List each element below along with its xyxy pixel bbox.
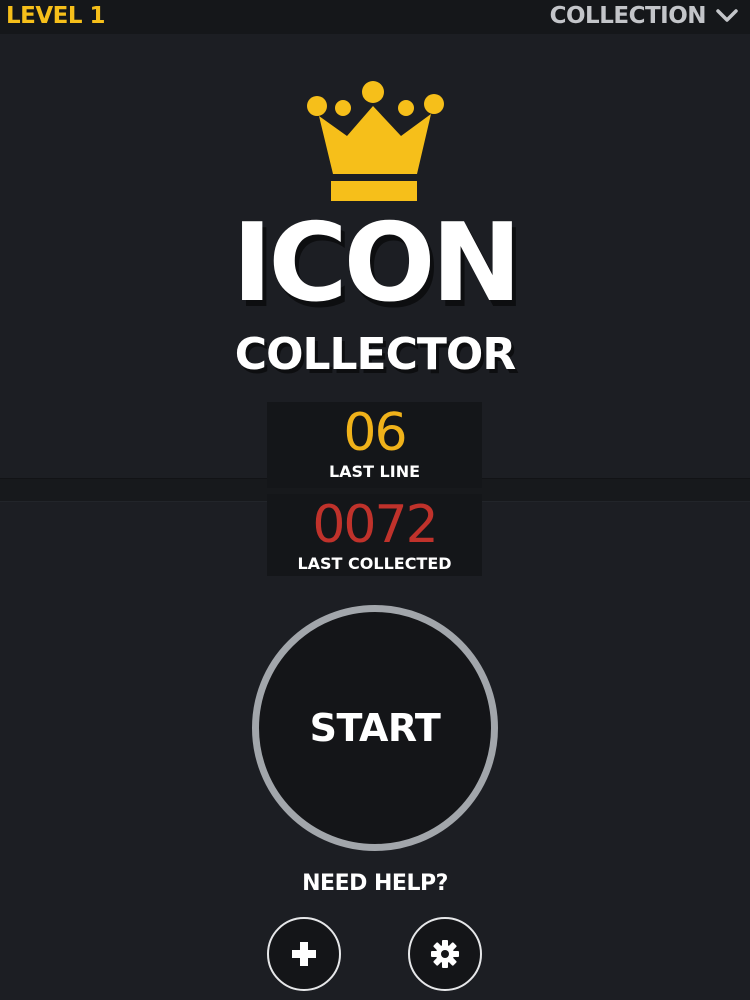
last-collected-panel: 0072 LAST COLLECTED	[267, 494, 482, 576]
last-line-panel: 06 LAST LINE	[267, 402, 482, 488]
start-button[interactable]: START	[252, 605, 498, 851]
crown-icon	[303, 80, 447, 204]
title-icon: ICON	[232, 201, 522, 326]
plus-icon	[290, 940, 318, 968]
add-button[interactable]	[267, 917, 341, 991]
collection-menu-button[interactable]: COLLECTION	[550, 3, 738, 29]
gear-icon	[430, 939, 460, 969]
level-label: LEVEL 1	[6, 3, 106, 29]
last-collected-label: LAST COLLECTED	[297, 554, 452, 573]
chevron-down-icon	[716, 9, 738, 23]
last-line-label: LAST LINE	[328, 462, 421, 481]
game-screen: LEVEL 1 COLLECTION ICON COLLECTOR 06 LAS…	[0, 0, 750, 1000]
collection-label: COLLECTION	[549, 3, 707, 29]
title-collector: COLLECTOR	[234, 329, 516, 380]
last-line-value: 06	[343, 403, 407, 463]
last-collected-value: 0072	[312, 495, 438, 555]
settings-button[interactable]	[408, 917, 482, 991]
start-label: START	[309, 706, 441, 750]
need-help-label: NEED HELP?	[302, 871, 448, 896]
top-bar: LEVEL 1 COLLECTION	[0, 0, 750, 34]
